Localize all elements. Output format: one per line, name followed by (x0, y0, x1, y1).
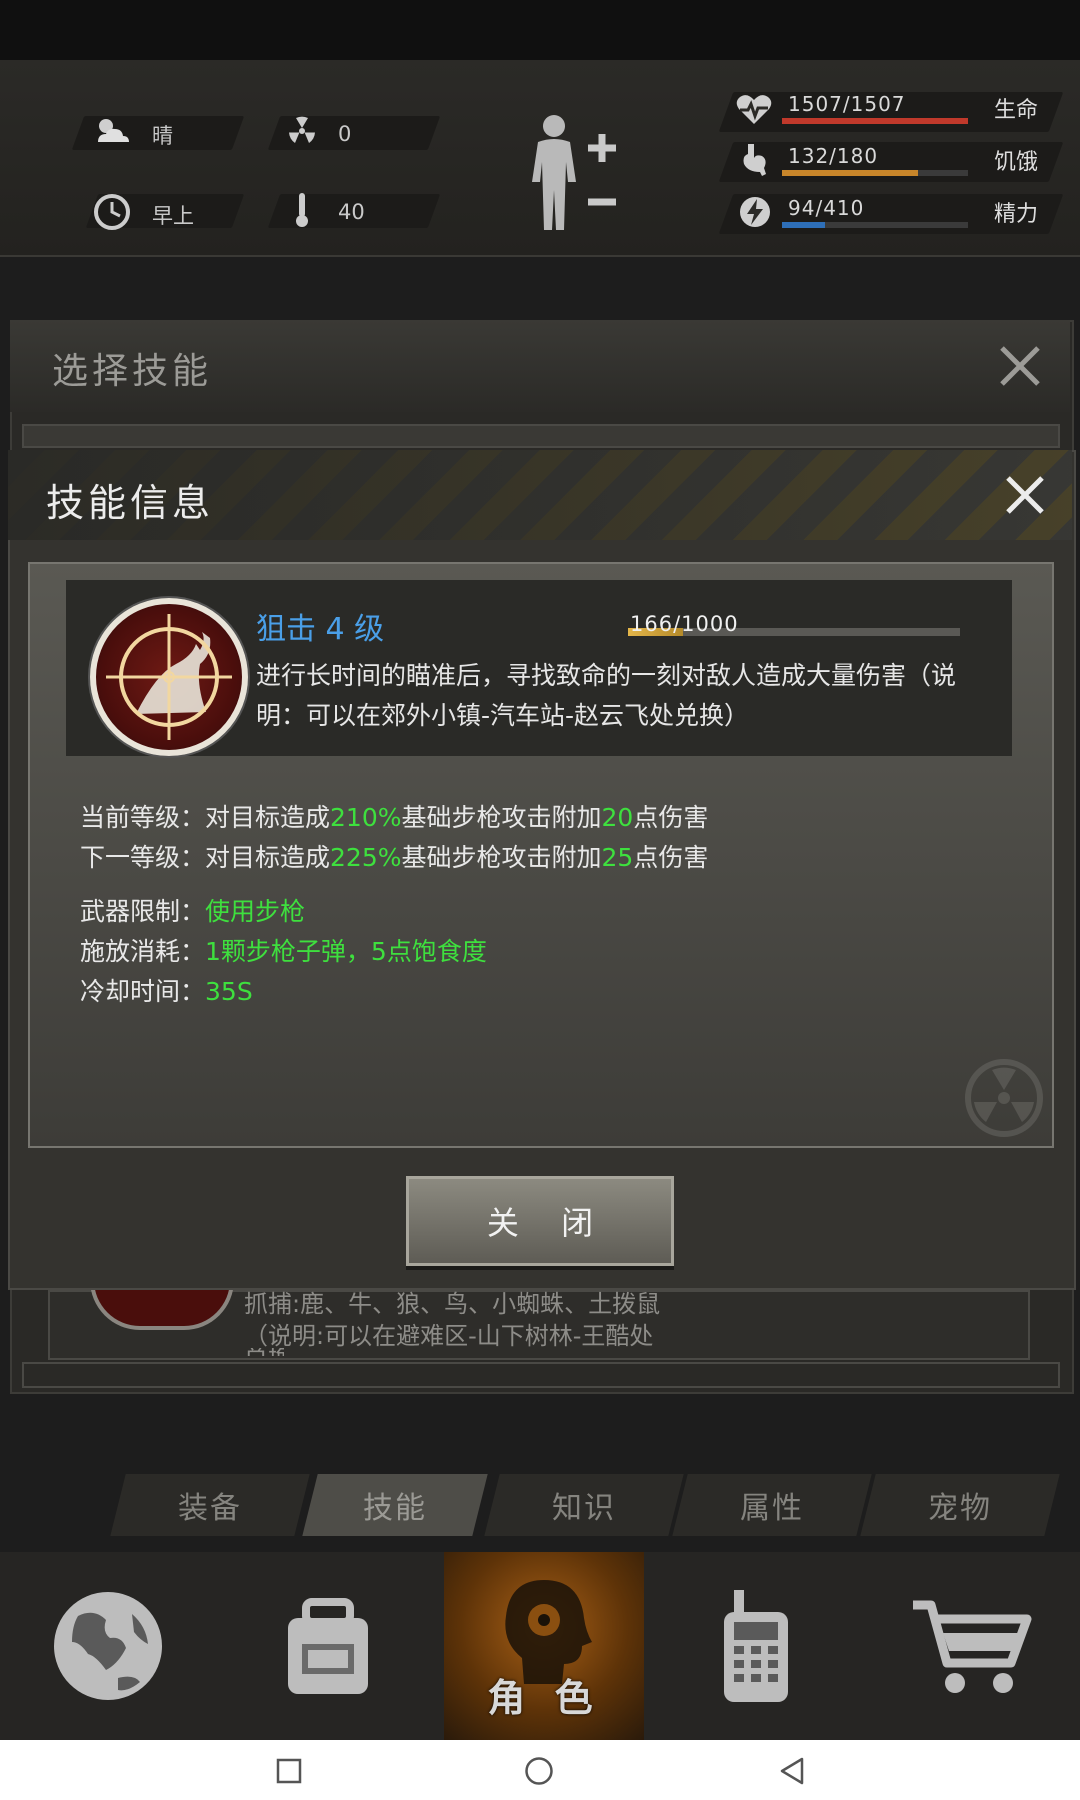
current-level-text-a: 对目标造成 (205, 803, 331, 832)
select-skill-close-icon[interactable] (996, 342, 1044, 394)
heart-icon (734, 92, 774, 132)
energy-value: 94/410 (788, 196, 865, 220)
nav-world[interactable] (0, 1552, 216, 1740)
health-bar-fill (782, 118, 968, 124)
tab-equipment-label: 装备 (178, 1491, 242, 1526)
tab-equipment[interactable]: 装备 (110, 1474, 310, 1536)
nav-shop[interactable] (864, 1552, 1080, 1740)
next-level-text-b: 基础步枪攻击附加 (401, 843, 602, 872)
current-level-damage: 20 (601, 803, 634, 832)
shopping-cart-icon (913, 1600, 1032, 1693)
weapon-limit-line: 武器限制：使用步枪 (80, 892, 305, 928)
tab-attributes-label: 属性 (740, 1491, 804, 1526)
cooldown-label: 冷却时间： (80, 977, 206, 1006)
radiation-watermark-icon (946, 1040, 1046, 1144)
close-button-label: 关 闭 (486, 1204, 610, 1242)
hunger-value: 132/180 (788, 144, 879, 168)
radiation-icon (284, 114, 320, 152)
current-level-label: 当前等级： (80, 803, 206, 832)
time-of-day-text: 早上 (152, 204, 194, 228)
skill-list-item-line2: （说明:可以在避难区-山下树林-王酷处 (244, 1322, 654, 1350)
home-icon[interactable] (524, 1756, 554, 1790)
health-value: 1507/1507 (788, 92, 906, 116)
cast-cost-value: 1颗步枪子弹，5点饱食度 (205, 937, 487, 966)
hunger-label: 饥饿 (994, 150, 1039, 175)
next-level-text-c: 点伤害 (633, 843, 709, 872)
weapon-limit-value: 使用步枪 (205, 897, 306, 926)
select-skill-list-bottom (22, 1362, 1060, 1388)
health-label: 生命 (994, 98, 1039, 123)
energy-bar-fill (782, 222, 825, 228)
select-skill-list-top (22, 424, 1060, 448)
tab-knowledge-label: 知识 (552, 1491, 616, 1526)
current-level-percent: 210% (330, 803, 402, 832)
cooldown-value: 35S (205, 977, 253, 1006)
weather-text: 晴 (152, 124, 173, 148)
recent-apps-icon[interactable] (276, 1758, 302, 1788)
nav-radio[interactable] (648, 1552, 864, 1740)
next-level-percent: 225% (330, 843, 402, 872)
tab-attributes[interactable]: 属性 (672, 1474, 872, 1536)
tab-skills[interactable]: 技能 (302, 1474, 488, 1536)
status-bar (0, 0, 1080, 60)
weather-icon (92, 114, 132, 152)
sniper-skill-icon (90, 598, 248, 756)
cast-cost-label: 施放消耗： (80, 937, 206, 966)
walkie-talkie-icon (724, 1590, 788, 1702)
next-level-line: 下一等级：对目标造成225%基础步枪攻击附加25点伤害 (80, 838, 708, 874)
tab-knowledge[interactable]: 知识 (484, 1474, 684, 1536)
cooldown-line: 冷却时间：35S (80, 972, 253, 1008)
tab-skills-label: 技能 (363, 1491, 427, 1526)
skill-xp-text: 166/1000 (630, 612, 739, 636)
stomach-icon (738, 142, 772, 182)
dialog-close-icon[interactable] (1000, 470, 1050, 520)
hunger-bar-fill (782, 170, 918, 176)
skill-list-item-line3: 兑换） (244, 1348, 284, 1356)
skill-list-item-line3-clip: 兑换） (244, 1348, 284, 1356)
next-level-text-a: 对目标造成 (205, 843, 331, 872)
tab-pets-label: 宠物 (928, 1491, 992, 1526)
tab-pets[interactable]: 宠物 (860, 1474, 1060, 1536)
skill-description: 进行长时间的瞄准后，寻找致命的一刻对敌人造成大量伤害（说明：可以在郊外小镇-汽车… (256, 661, 957, 730)
energy-icon (738, 194, 772, 234)
nav-role[interactable]: 角 色 (444, 1552, 644, 1740)
energy-label: 精力 (994, 202, 1039, 227)
next-level-damage: 25 (601, 843, 634, 872)
globe-icon (54, 1592, 162, 1700)
next-level-label: 下一等级： (80, 843, 206, 872)
cast-cost-line: 施放消耗：1颗步枪子弹，5点饱食度 (80, 932, 487, 968)
weapon-limit-label: 武器限制： (80, 897, 206, 926)
skill-info-title: 技能信息 (46, 481, 215, 525)
radiation-value: 0 (338, 122, 352, 146)
nav-backpack[interactable] (216, 1552, 440, 1740)
clock-icon (92, 192, 132, 236)
current-level-text-b: 基础步枪攻击附加 (401, 803, 602, 832)
temperature-value: 40 (338, 200, 365, 224)
current-level-line: 当前等级：对目标造成210%基础步枪攻击附加20点伤害 (80, 798, 708, 834)
skill-name: 狙击 4 级 (256, 612, 385, 647)
back-icon[interactable] (778, 1756, 806, 1790)
backpack-icon (288, 1598, 368, 1694)
select-skill-title: 选择技能 (52, 351, 213, 392)
thermometer-icon (292, 190, 312, 234)
body-status-button[interactable] (520, 110, 630, 238)
nav-role-label: 角 色 (487, 1676, 601, 1720)
close-button[interactable]: 关 闭 (406, 1176, 674, 1266)
current-level-text-c: 点伤害 (633, 803, 709, 832)
